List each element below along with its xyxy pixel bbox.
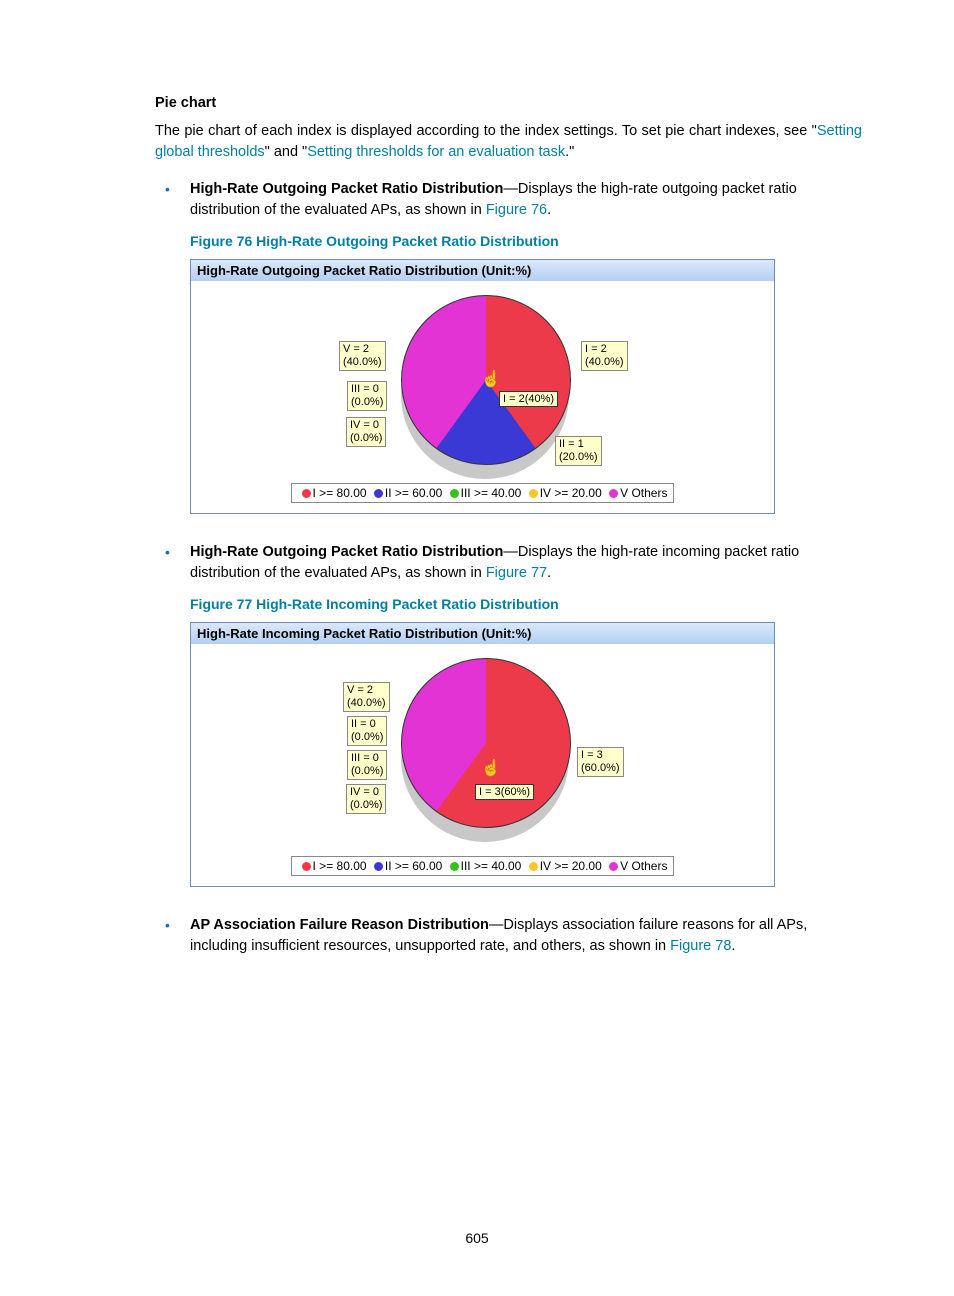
legend-item: I >= 80.00 bbox=[313, 859, 367, 873]
figure-caption-77: Figure 77 High-Rate Incoming Packet Rati… bbox=[190, 596, 862, 612]
pie-tooltip: I = 2(40%) bbox=[499, 391, 558, 407]
callout-iv: IV = 0(0.0%) bbox=[346, 784, 386, 814]
legend-item: V Others bbox=[620, 486, 667, 500]
item-period: . bbox=[547, 202, 551, 218]
legend-item: III >= 40.00 bbox=[461, 859, 522, 873]
callout-ii: II = 1(20.0%) bbox=[555, 436, 602, 466]
figure-caption-76: Figure 76 High-Rate Outgoing Packet Rati… bbox=[190, 233, 862, 249]
legend-item: IV >= 20.00 bbox=[540, 859, 602, 873]
figure-ref-78[interactable]: Figure 78 bbox=[670, 938, 731, 954]
item-title: AP Association Failure Reason Distributi… bbox=[190, 917, 489, 933]
item-period: . bbox=[731, 938, 735, 954]
pie-chart-76[interactable] bbox=[401, 295, 571, 465]
callout-i: I = 3(60.0%) bbox=[577, 747, 624, 777]
list-item: High-Rate Outgoing Packet Ratio Distribu… bbox=[155, 179, 862, 514]
legend-item: II >= 60.00 bbox=[385, 486, 442, 500]
intro-paragraph: The pie chart of each index is displayed… bbox=[155, 121, 862, 163]
callout-iii: III = 0(0.0%) bbox=[347, 381, 387, 411]
list-item: High-Rate Outgoing Packet Ratio Distribu… bbox=[155, 542, 862, 887]
chart-title-77: High-Rate Incoming Packet Ratio Distribu… bbox=[191, 623, 774, 644]
item-title: High-Rate Outgoing Packet Ratio Distribu… bbox=[190, 544, 503, 560]
item-title: High-Rate Outgoing Packet Ratio Distribu… bbox=[190, 181, 503, 197]
figure-ref-76[interactable]: Figure 76 bbox=[486, 202, 547, 218]
legend-item: III >= 40.00 bbox=[461, 486, 522, 500]
callout-ii: II = 0(0.0%) bbox=[347, 716, 387, 746]
chart-container-77: High-Rate Incoming Packet Ratio Distribu… bbox=[190, 622, 775, 887]
legend-item: I >= 80.00 bbox=[313, 486, 367, 500]
pie-tooltip: I = 3(60%) bbox=[475, 784, 534, 800]
section-heading: Pie chart bbox=[155, 95, 862, 111]
chart-legend-77: I >= 80.00 II >= 60.00 III >= 40.00 IV >… bbox=[191, 852, 774, 886]
figure-ref-77[interactable]: Figure 77 bbox=[486, 565, 547, 581]
chart-title-76: High-Rate Outgoing Packet Ratio Distribu… bbox=[191, 260, 774, 281]
callout-i: I = 2(40.0%) bbox=[581, 341, 628, 371]
callout-iii: III = 0(0.0%) bbox=[347, 750, 387, 780]
chart-legend-76: I >= 80.00 II >= 60.00 III >= 40.00 IV >… bbox=[191, 479, 774, 513]
list-item: AP Association Failure Reason Distributi… bbox=[155, 915, 862, 957]
callout-v: V = 2(40.0%) bbox=[339, 341, 386, 371]
legend-item: IV >= 20.00 bbox=[540, 486, 602, 500]
intro-text-mid: " and " bbox=[265, 144, 308, 160]
page-number: 605 bbox=[0, 1230, 954, 1246]
pie-chart-77[interactable] bbox=[401, 658, 571, 828]
intro-text-post: ." bbox=[565, 144, 574, 160]
chart-container-76: High-Rate Outgoing Packet Ratio Distribu… bbox=[190, 259, 775, 514]
item-period: . bbox=[547, 565, 551, 581]
legend-item: V Others bbox=[620, 859, 667, 873]
legend-item: II >= 60.00 bbox=[385, 859, 442, 873]
intro-text: The pie chart of each index is displayed… bbox=[155, 123, 817, 139]
callout-v: V = 2(40.0%) bbox=[343, 682, 390, 712]
callout-iv: IV = 0(0.0%) bbox=[346, 417, 386, 447]
link-eval-task-thresholds[interactable]: Setting thresholds for an evaluation tas… bbox=[307, 144, 565, 160]
